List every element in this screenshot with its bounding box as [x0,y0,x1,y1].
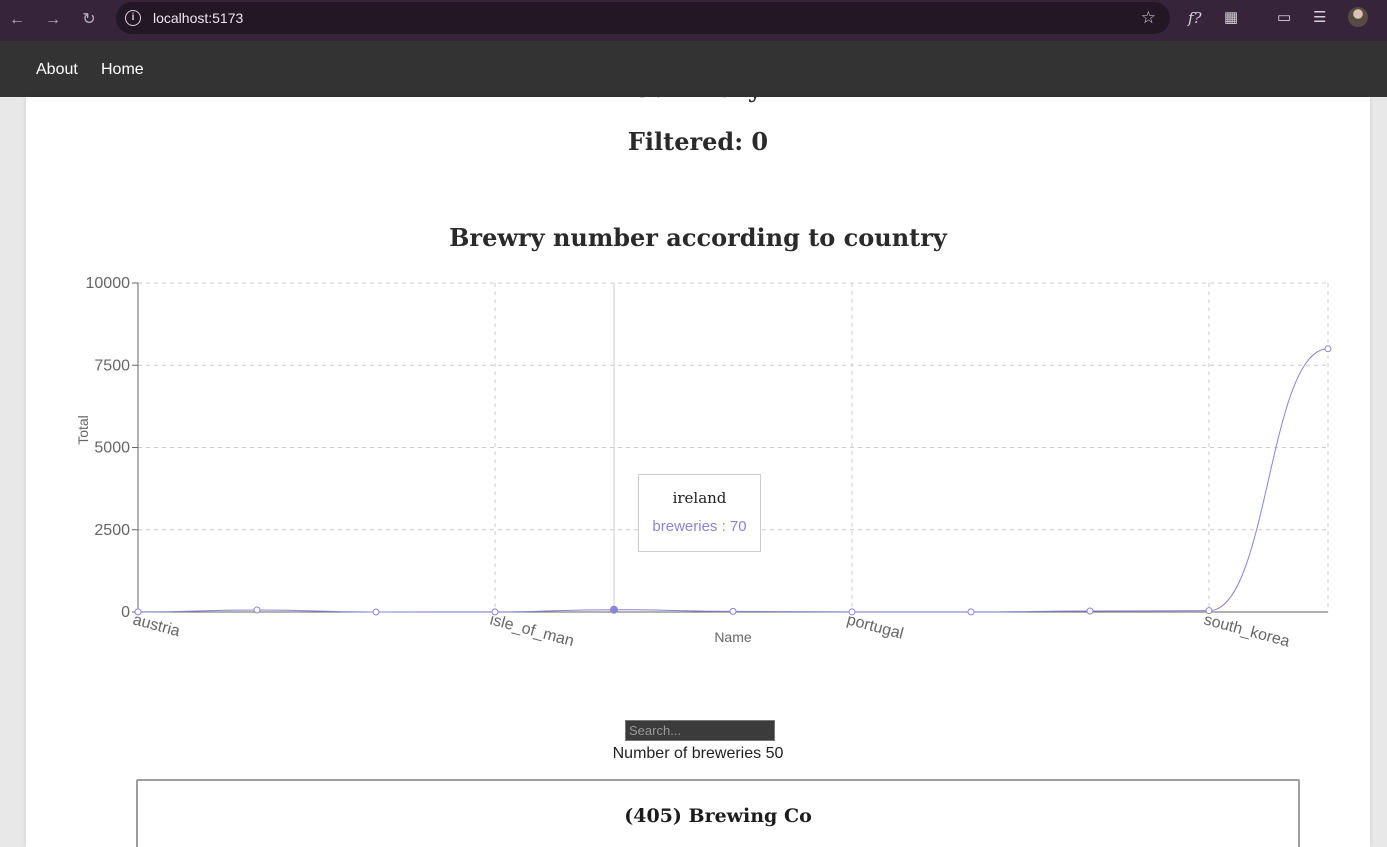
y-tick-label: 0 [121,604,130,621]
data-point [967,608,975,616]
data-point [1205,607,1213,615]
tooltip-country: ireland [672,489,727,507]
address-bar[interactable]: i localhost:5173 ☆ [116,2,1170,34]
forward-arrow-icon[interactable]: → [41,8,65,32]
data-point [848,608,856,616]
dashboard-card: Summary Filtered: 0 Brewry number accord… [26,97,1370,847]
data-point [491,608,499,616]
data-point [134,608,142,616]
y-tick-label: 10000 [86,275,131,292]
y-tick-label: 7500 [94,357,130,374]
back-arrow-icon[interactable]: ← [5,8,29,32]
data-point [1086,607,1094,615]
address-url[interactable]: localhost:5173 [153,10,243,26]
x-tick-label: isle_of_man [488,611,576,650]
reload-icon[interactable]: ↻ [77,8,101,32]
y-tick-label: 2500 [94,522,130,539]
brewery-count: Number of breweries 50 [612,745,784,762]
x-axis-label: Name [714,629,752,645]
data-point [253,606,261,614]
data-point [729,607,737,615]
chart-tooltip: ireland breweries : 70 [638,474,761,552]
brewery-name: (405) Brewing Co [624,805,812,827]
search-input[interactable] [625,720,775,741]
site-info-icon[interactable]: i [125,10,141,26]
x-tick-label: portugal [845,611,905,642]
active-data-point [610,605,618,614]
y-tick-label: 5000 [94,440,130,457]
nav-link-about[interactable]: About [36,61,78,79]
tooltip-value: breweries : 70 [652,518,747,535]
font-extension-icon[interactable]: f? [1188,8,1202,28]
brewery-card[interactable]: (405) Brewing Co [136,779,1300,847]
data-point [372,608,380,616]
brewery-line-chart[interactable]: 0 2500 5000 7500 10000 austria isle_of_man port… [26,97,1370,697]
cast-icon[interactable]: ▭ [1277,8,1291,28]
nav-link-home[interactable]: Home [101,61,144,79]
profile-avatar[interactable] [1348,7,1368,27]
y-axis-label: Total [75,415,91,445]
app-navbar: About Home [0,41,1387,97]
extensions-puzzle-icon[interactable]: ▦ [1224,8,1238,28]
data-point [1324,345,1332,353]
media-queue-icon[interactable]: ☰ [1313,8,1326,28]
x-tick-label: south_korea [1202,611,1292,650]
x-tick-label: austria [131,611,182,640]
bookmark-star-icon[interactable]: ☆ [1141,8,1156,28]
browser-toolbar: ← → ↻ i localhost:5173 ☆ f? ▦ ▭ ☰ [0,0,1387,41]
